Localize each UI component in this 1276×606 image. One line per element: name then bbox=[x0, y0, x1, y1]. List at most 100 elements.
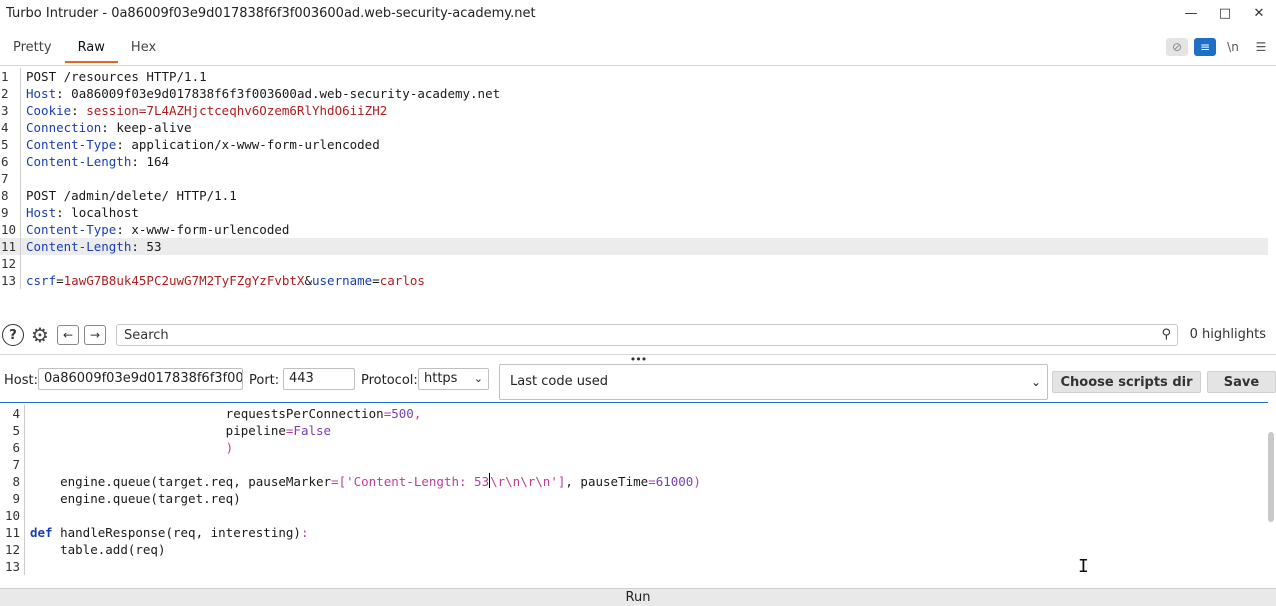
code-string: \r\n\r\n' bbox=[490, 474, 558, 489]
request-line-text: POST /admin/delete/ HTTP/1.1 bbox=[26, 188, 237, 203]
host-input[interactable]: 0a86009f03e9d017838f6f3f003600ad.web-sec… bbox=[38, 368, 243, 390]
help-icon[interactable]: ? bbox=[2, 324, 24, 346]
protocol-select[interactable]: https ⌄ bbox=[418, 368, 489, 390]
body-equals: = bbox=[56, 273, 64, 288]
gutter-divider bbox=[24, 507, 25, 524]
search-icon[interactable]: ⚲ bbox=[1161, 327, 1171, 342]
gutter-divider bbox=[24, 524, 25, 541]
header-value: keep-alive bbox=[116, 120, 192, 135]
gutter-divider bbox=[20, 255, 21, 272]
header-name: Host bbox=[26, 86, 57, 101]
window-titlebar: Turbo Intruder - 0a86009f03e9d017838f6f3… bbox=[0, 0, 1276, 26]
gutter-divider bbox=[20, 187, 21, 204]
port-input[interactable]: 443 bbox=[283, 368, 355, 390]
maximize-icon[interactable]: □ bbox=[1208, 0, 1242, 26]
gutter-divider bbox=[20, 170, 21, 187]
save-button[interactable]: Save bbox=[1207, 371, 1276, 393]
body-param-value: 1awG7B8uk45PC2uwG7M2TyFZgYzFvbtX bbox=[63, 273, 305, 288]
code-punct: ) bbox=[693, 474, 701, 489]
tab-hex[interactable]: Hex bbox=[118, 34, 169, 63]
word-wrap-icon[interactable]: ≡ bbox=[1194, 38, 1216, 56]
code-line: 4 requestsPerConnection = 500, bbox=[0, 405, 1268, 422]
code-punct: [ bbox=[338, 474, 347, 489]
run-button[interactable]: Run bbox=[0, 588, 1276, 606]
code-number: 500 bbox=[391, 406, 414, 421]
header-value: 53 bbox=[146, 239, 162, 254]
code-text: pipeline bbox=[225, 423, 286, 438]
line-number: 3 bbox=[1, 103, 9, 118]
code-line: 6 ) bbox=[0, 439, 1268, 456]
search-input[interactable]: Search ⚲ bbox=[116, 324, 1178, 346]
code-text: handleResponse(req, interesting) bbox=[52, 525, 301, 540]
request-line: 5 Content-Type: application/x-www-form-ur… bbox=[0, 136, 1268, 153]
line-number: 2 bbox=[1, 86, 9, 101]
protocol-value: https bbox=[424, 371, 458, 386]
search-bar: ? ⚙ ← → Search ⚲ 0 highlights bbox=[0, 320, 1276, 350]
tab-pretty[interactable]: Pretty bbox=[0, 34, 65, 63]
request-line: 9 Host: localhost bbox=[0, 204, 1268, 221]
header-name: Cookie bbox=[26, 103, 72, 118]
newline-toggle[interactable]: \n bbox=[1222, 38, 1244, 56]
line-number: 8 bbox=[1, 188, 9, 203]
line-number: 10 bbox=[1, 222, 17, 237]
header-name: Host bbox=[26, 205, 57, 220]
request-line-text: POST /resources HTTP/1.1 bbox=[26, 69, 207, 84]
gutter-divider bbox=[24, 490, 25, 507]
choose-scripts-dir-button[interactable]: Choose scripts dir bbox=[1052, 371, 1201, 393]
gutter-divider bbox=[20, 85, 21, 102]
tab-raw[interactable]: Raw bbox=[64, 34, 118, 63]
body-param-name: csrf bbox=[26, 273, 57, 288]
chevron-down-icon: ⌄ bbox=[1030, 375, 1041, 389]
pane-splitter-handle[interactable]: ••• bbox=[0, 353, 1276, 366]
request-editor[interactable]: 1 POST /resources HTTP/1.1 2 Host: 0a86009f… bbox=[0, 68, 1268, 311]
line-number: 11 bbox=[1, 239, 17, 254]
previous-arrow-icon[interactable]: ← bbox=[57, 325, 79, 345]
text-cursor-icon: I bbox=[1078, 556, 1089, 577]
code-line: 7 bbox=[0, 456, 1268, 473]
line-number: 5 bbox=[1, 137, 9, 152]
header-name: Content-Length bbox=[26, 239, 132, 254]
close-icon[interactable]: ✕ bbox=[1242, 0, 1276, 26]
gutter-divider bbox=[24, 558, 25, 575]
gutter-divider bbox=[20, 204, 21, 221]
header-value: x-www-form-urlencoded bbox=[131, 222, 290, 237]
code-operator: = bbox=[648, 474, 656, 489]
gutter-divider bbox=[24, 405, 25, 422]
minimize-icon[interactable]: — bbox=[1174, 0, 1208, 26]
code-line: 11 def handleResponse(req, interesting): bbox=[0, 524, 1268, 541]
request-line: 1 POST /resources HTTP/1.1 bbox=[0, 68, 1268, 85]
host-label: Host: bbox=[4, 373, 38, 388]
gutter-divider bbox=[20, 119, 21, 136]
next-arrow-icon[interactable]: → bbox=[84, 325, 106, 345]
request-line: 4 Connection: keep-alive bbox=[0, 119, 1268, 136]
code-text: , pauseTime bbox=[565, 474, 649, 489]
code-punct: , bbox=[413, 406, 422, 421]
line-number: 4 bbox=[1, 120, 9, 135]
body-equals: = bbox=[372, 273, 380, 288]
line-number: 8 bbox=[12, 474, 20, 489]
search-placeholder: Search bbox=[124, 327, 169, 343]
body-param-value: carlos bbox=[379, 273, 425, 288]
line-number: 13 bbox=[1, 273, 17, 288]
line-number: 13 bbox=[4, 559, 20, 574]
code-operator: = bbox=[383, 406, 392, 421]
gutter-divider bbox=[24, 439, 25, 456]
gutter-divider bbox=[24, 422, 25, 439]
script-select[interactable]: Last code used ⌄ bbox=[499, 364, 1048, 400]
line-number: 6 bbox=[1, 154, 9, 169]
line-number: 12 bbox=[4, 542, 20, 557]
header-value: localhost bbox=[71, 205, 139, 220]
hamburger-icon[interactable]: ☰ bbox=[1250, 38, 1272, 56]
scrollbar[interactable] bbox=[1268, 432, 1274, 522]
gear-icon[interactable]: ⚙ bbox=[29, 323, 51, 347]
gutter-divider bbox=[20, 272, 21, 289]
code-number: 61000 bbox=[655, 474, 694, 489]
header-separator: : bbox=[56, 86, 72, 101]
gutter-divider bbox=[24, 473, 25, 490]
hide-nonprintable-icon[interactable]: ⊘ bbox=[1166, 38, 1188, 56]
port-label: Port: bbox=[249, 373, 280, 388]
gutter-divider bbox=[20, 102, 21, 119]
code-text: requestsPerConnection bbox=[225, 406, 384, 421]
